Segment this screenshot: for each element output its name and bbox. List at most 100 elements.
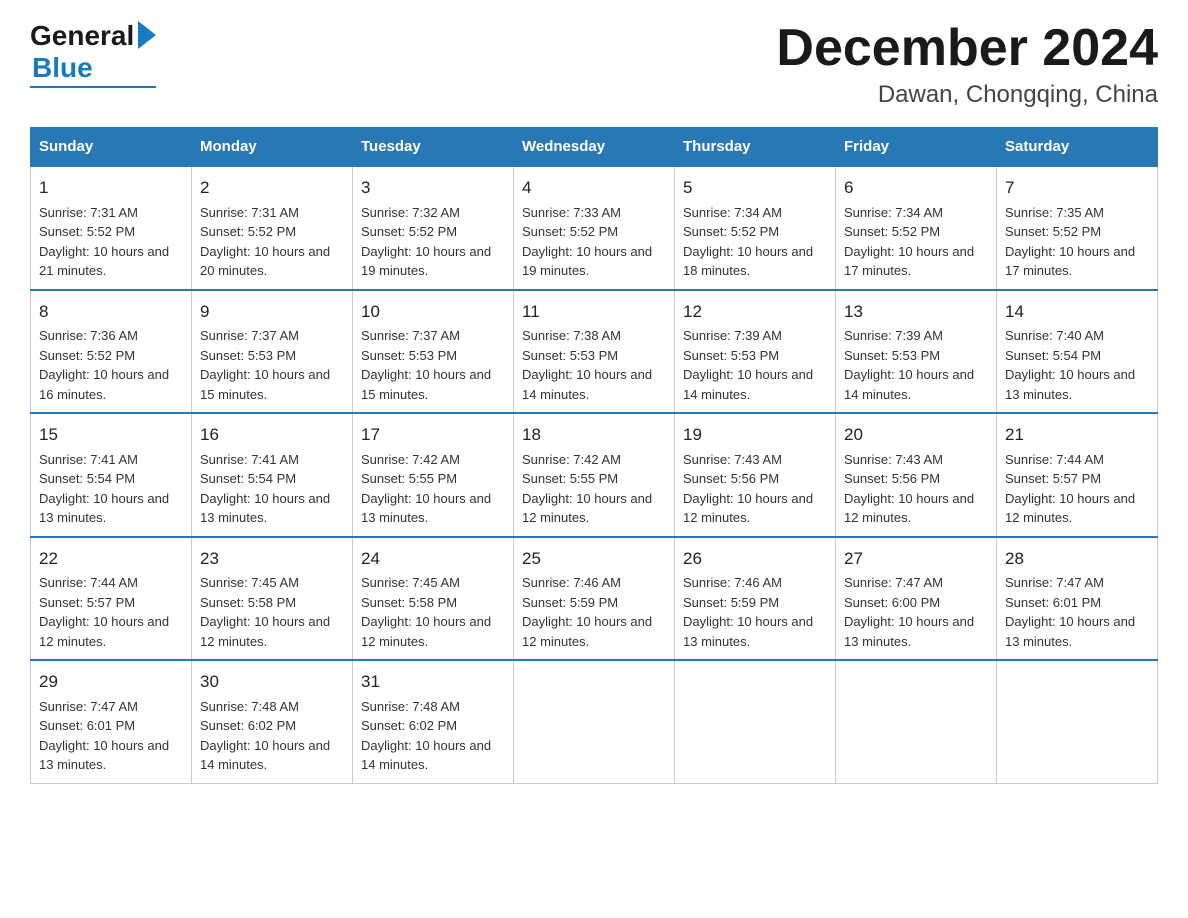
calendar-cell: 14Sunrise: 7:40 AMSunset: 5:54 PMDayligh…: [997, 290, 1158, 414]
calendar-cell: 30 Sunrise: 7:48 AMSunset: 6:02 PMDayligh…: [192, 660, 353, 783]
day-info: Sunrise: 7:44 AMSunset: 5:57 PMDaylight:…: [39, 575, 169, 649]
day-number: 30: [200, 669, 344, 695]
logo-blue: Blue: [32, 52, 93, 84]
day-number: 11: [522, 299, 666, 325]
day-info: Sunrise: 7:33 AMSunset: 5:52 PMDaylight:…: [522, 205, 652, 279]
day-info: Sunrise: 7:37 AMSunset: 5:53 PMDaylight:…: [361, 328, 491, 402]
day-info: Sunrise: 7:48 AMSunset: 6:02 PMDaylight:…: [361, 699, 491, 773]
day-number: 6: [844, 175, 988, 201]
day-number: 2: [200, 175, 344, 201]
logo-general: General: [30, 20, 134, 52]
col-header-friday: Friday: [836, 128, 997, 167]
calendar-cell: 29Sunrise: 7:47 AMSunset: 6:01 PMDayligh…: [31, 660, 192, 783]
day-info: Sunrise: 7:41 AMSunset: 5:54 PMDaylight:…: [39, 452, 169, 526]
calendar-cell: 26 Sunrise: 7:46 AMSunset: 5:59 PMDayligh…: [675, 537, 836, 661]
day-number: 31: [361, 669, 505, 695]
calendar-table: SundayMondayTuesdayWednesdayThursdayFrid…: [30, 127, 1158, 784]
day-number: 7: [1005, 175, 1149, 201]
day-info: Sunrise: 7:32 AMSunset: 5:52 PMDaylight:…: [361, 205, 491, 279]
calendar-cell: 3 Sunrise: 7:32 AMSunset: 5:52 PMDaylight…: [353, 166, 514, 290]
header: General Blue December 2024 Dawan, Chongq…: [30, 20, 1158, 109]
calendar-header-row: SundayMondayTuesdayWednesdayThursdayFrid…: [31, 128, 1158, 167]
day-number: 1: [39, 175, 183, 201]
calendar-cell: 15Sunrise: 7:41 AMSunset: 5:54 PMDayligh…: [31, 413, 192, 537]
day-number: 4: [522, 175, 666, 201]
calendar-cell: 17 Sunrise: 7:42 AMSunset: 5:55 PMDayligh…: [353, 413, 514, 537]
day-info: Sunrise: 7:39 AMSunset: 5:53 PMDaylight:…: [844, 328, 974, 402]
calendar-cell: 23Sunrise: 7:45 AMSunset: 5:58 PMDayligh…: [192, 537, 353, 661]
day-number: 5: [683, 175, 827, 201]
day-number: 19: [683, 422, 827, 448]
day-number: 27: [844, 546, 988, 572]
day-number: 26: [683, 546, 827, 572]
page-title: December 2024: [776, 20, 1158, 77]
day-info: Sunrise: 7:34 AMSunset: 5:52 PMDaylight:…: [844, 205, 974, 279]
day-info: Sunrise: 7:39 AMSunset: 5:53 PMDaylight:…: [683, 328, 813, 402]
day-number: 8: [39, 299, 183, 325]
calendar-cell: [836, 660, 997, 783]
day-info: Sunrise: 7:43 AMSunset: 5:56 PMDaylight:…: [683, 452, 813, 526]
col-header-tuesday: Tuesday: [353, 128, 514, 167]
calendar-cell: 12 Sunrise: 7:39 AMSunset: 5:53 PMDayligh…: [675, 290, 836, 414]
day-number: 16: [200, 422, 344, 448]
calendar-cell: 19 Sunrise: 7:43 AMSunset: 5:56 PMDayligh…: [675, 413, 836, 537]
day-info: Sunrise: 7:31 AMSunset: 5:52 PMDaylight:…: [39, 205, 169, 279]
calendar-cell: 8 Sunrise: 7:36 AMSunset: 5:52 PMDaylight…: [31, 290, 192, 414]
calendar-cell: 24Sunrise: 7:45 AMSunset: 5:58 PMDayligh…: [353, 537, 514, 661]
calendar-cell: 20 Sunrise: 7:43 AMSunset: 5:56 PMDayligh…: [836, 413, 997, 537]
day-number: 24: [361, 546, 505, 572]
logo: General Blue: [30, 20, 156, 88]
week-row-3: 15Sunrise: 7:41 AMSunset: 5:54 PMDayligh…: [31, 413, 1158, 537]
day-number: 13: [844, 299, 988, 325]
day-info: Sunrise: 7:31 AMSunset: 5:52 PMDaylight:…: [200, 205, 330, 279]
calendar-cell: 9 Sunrise: 7:37 AMSunset: 5:53 PMDaylight…: [192, 290, 353, 414]
calendar-cell: 2 Sunrise: 7:31 AMSunset: 5:52 PMDaylight…: [192, 166, 353, 290]
day-info: Sunrise: 7:38 AMSunset: 5:53 PMDaylight:…: [522, 328, 652, 402]
calendar-cell: 27 Sunrise: 7:47 AMSunset: 6:00 PMDayligh…: [836, 537, 997, 661]
calendar-cell: 6 Sunrise: 7:34 AMSunset: 5:52 PMDaylight…: [836, 166, 997, 290]
calendar-cell: [675, 660, 836, 783]
calendar-cell: 1 Sunrise: 7:31 AMSunset: 5:52 PMDaylight…: [31, 166, 192, 290]
calendar-cell: 21 Sunrise: 7:44 AMSunset: 5:57 PMDayligh…: [997, 413, 1158, 537]
col-header-thursday: Thursday: [675, 128, 836, 167]
day-info: Sunrise: 7:48 AMSunset: 6:02 PMDaylight:…: [200, 699, 330, 773]
calendar-cell: 18Sunrise: 7:42 AMSunset: 5:55 PMDayligh…: [514, 413, 675, 537]
day-info: Sunrise: 7:34 AMSunset: 5:52 PMDaylight:…: [683, 205, 813, 279]
day-number: 10: [361, 299, 505, 325]
calendar-cell: 5 Sunrise: 7:34 AMSunset: 5:52 PMDaylight…: [675, 166, 836, 290]
week-row-2: 8 Sunrise: 7:36 AMSunset: 5:52 PMDaylight…: [31, 290, 1158, 414]
col-header-monday: Monday: [192, 128, 353, 167]
day-info: Sunrise: 7:35 AMSunset: 5:52 PMDaylight:…: [1005, 205, 1135, 279]
calendar-cell: 4 Sunrise: 7:33 AMSunset: 5:52 PMDaylight…: [514, 166, 675, 290]
calendar-cell: [514, 660, 675, 783]
day-info: Sunrise: 7:47 AMSunset: 6:00 PMDaylight:…: [844, 575, 974, 649]
day-info: Sunrise: 7:37 AMSunset: 5:53 PMDaylight:…: [200, 328, 330, 402]
day-info: Sunrise: 7:45 AMSunset: 5:58 PMDaylight:…: [200, 575, 330, 649]
day-number: 25: [522, 546, 666, 572]
day-info: Sunrise: 7:43 AMSunset: 5:56 PMDaylight:…: [844, 452, 974, 526]
day-info: Sunrise: 7:36 AMSunset: 5:52 PMDaylight:…: [39, 328, 169, 402]
col-header-saturday: Saturday: [997, 128, 1158, 167]
calendar-cell: 7 Sunrise: 7:35 AMSunset: 5:52 PMDaylight…: [997, 166, 1158, 290]
week-row-4: 22 Sunrise: 7:44 AMSunset: 5:57 PMDayligh…: [31, 537, 1158, 661]
day-info: Sunrise: 7:47 AMSunset: 6:01 PMDaylight:…: [39, 699, 169, 773]
day-info: Sunrise: 7:44 AMSunset: 5:57 PMDaylight:…: [1005, 452, 1135, 526]
calendar-cell: 11 Sunrise: 7:38 AMSunset: 5:53 PMDayligh…: [514, 290, 675, 414]
day-number: 21: [1005, 422, 1149, 448]
logo-divider: [30, 86, 156, 88]
calendar-cell: [997, 660, 1158, 783]
calendar-cell: 22 Sunrise: 7:44 AMSunset: 5:57 PMDayligh…: [31, 537, 192, 661]
day-number: 17: [361, 422, 505, 448]
day-number: 22: [39, 546, 183, 572]
day-info: Sunrise: 7:46 AMSunset: 5:59 PMDaylight:…: [522, 575, 652, 649]
day-info: Sunrise: 7:42 AMSunset: 5:55 PMDaylight:…: [361, 452, 491, 526]
day-info: Sunrise: 7:46 AMSunset: 5:59 PMDaylight:…: [683, 575, 813, 649]
day-number: 20: [844, 422, 988, 448]
col-header-sunday: Sunday: [31, 128, 192, 167]
day-number: 3: [361, 175, 505, 201]
day-number: 9: [200, 299, 344, 325]
calendar-cell: 10 Sunrise: 7:37 AMSunset: 5:53 PMDayligh…: [353, 290, 514, 414]
day-number: 12: [683, 299, 827, 325]
day-info: Sunrise: 7:41 AMSunset: 5:54 PMDaylight:…: [200, 452, 330, 526]
calendar-cell: 31 Sunrise: 7:48 AMSunset: 6:02 PMDayligh…: [353, 660, 514, 783]
